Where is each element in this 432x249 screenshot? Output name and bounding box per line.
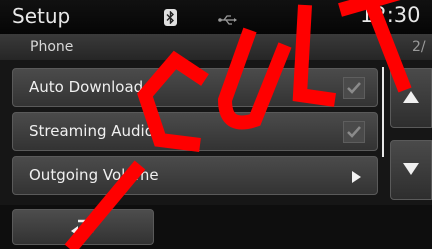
list-item-streaming-audio[interactable]: Streaming Audio — [12, 112, 378, 151]
setup-screen: Setup 12:30 Phone 2/ Auto Download Strea… — [0, 0, 432, 249]
list-item-auto-download[interactable]: Auto Download — [12, 68, 378, 107]
bluetooth-icon — [164, 9, 177, 26]
page-indicator: 2/ — [412, 39, 426, 55]
checkbox-checked-icon[interactable] — [343, 77, 365, 99]
checkbox-checked-icon[interactable] — [343, 121, 365, 143]
usb-icon — [218, 11, 238, 30]
list-item-label: Auto Download — [29, 78, 144, 96]
subheader: Phone 2/ — [0, 34, 432, 61]
section-title: Phone — [30, 39, 74, 55]
status-bar: Setup 12:30 — [0, 0, 432, 34]
list-item-outgoing-volume[interactable]: Outgoing Volume — [12, 156, 378, 195]
page-title: Setup — [12, 4, 71, 28]
triangle-up-icon — [403, 91, 419, 103]
scroll-down-button[interactable] — [390, 140, 432, 200]
chevron-right-icon — [352, 171, 361, 183]
scroll-up-button[interactable] — [390, 68, 432, 128]
list-item-label: Streaming Audio — [29, 122, 154, 140]
back-button[interactable] — [12, 209, 154, 245]
triangle-down-icon — [403, 163, 419, 175]
list-item-label: Outgoing Volume — [29, 166, 159, 184]
bottom-bar — [0, 205, 432, 249]
settings-list: Auto Download Streaming Audio Outgoing V… — [0, 60, 432, 205]
clock: 12:30 — [360, 3, 421, 27]
return-arrow-icon — [71, 219, 94, 236]
scrollbar[interactable] — [382, 67, 384, 157]
